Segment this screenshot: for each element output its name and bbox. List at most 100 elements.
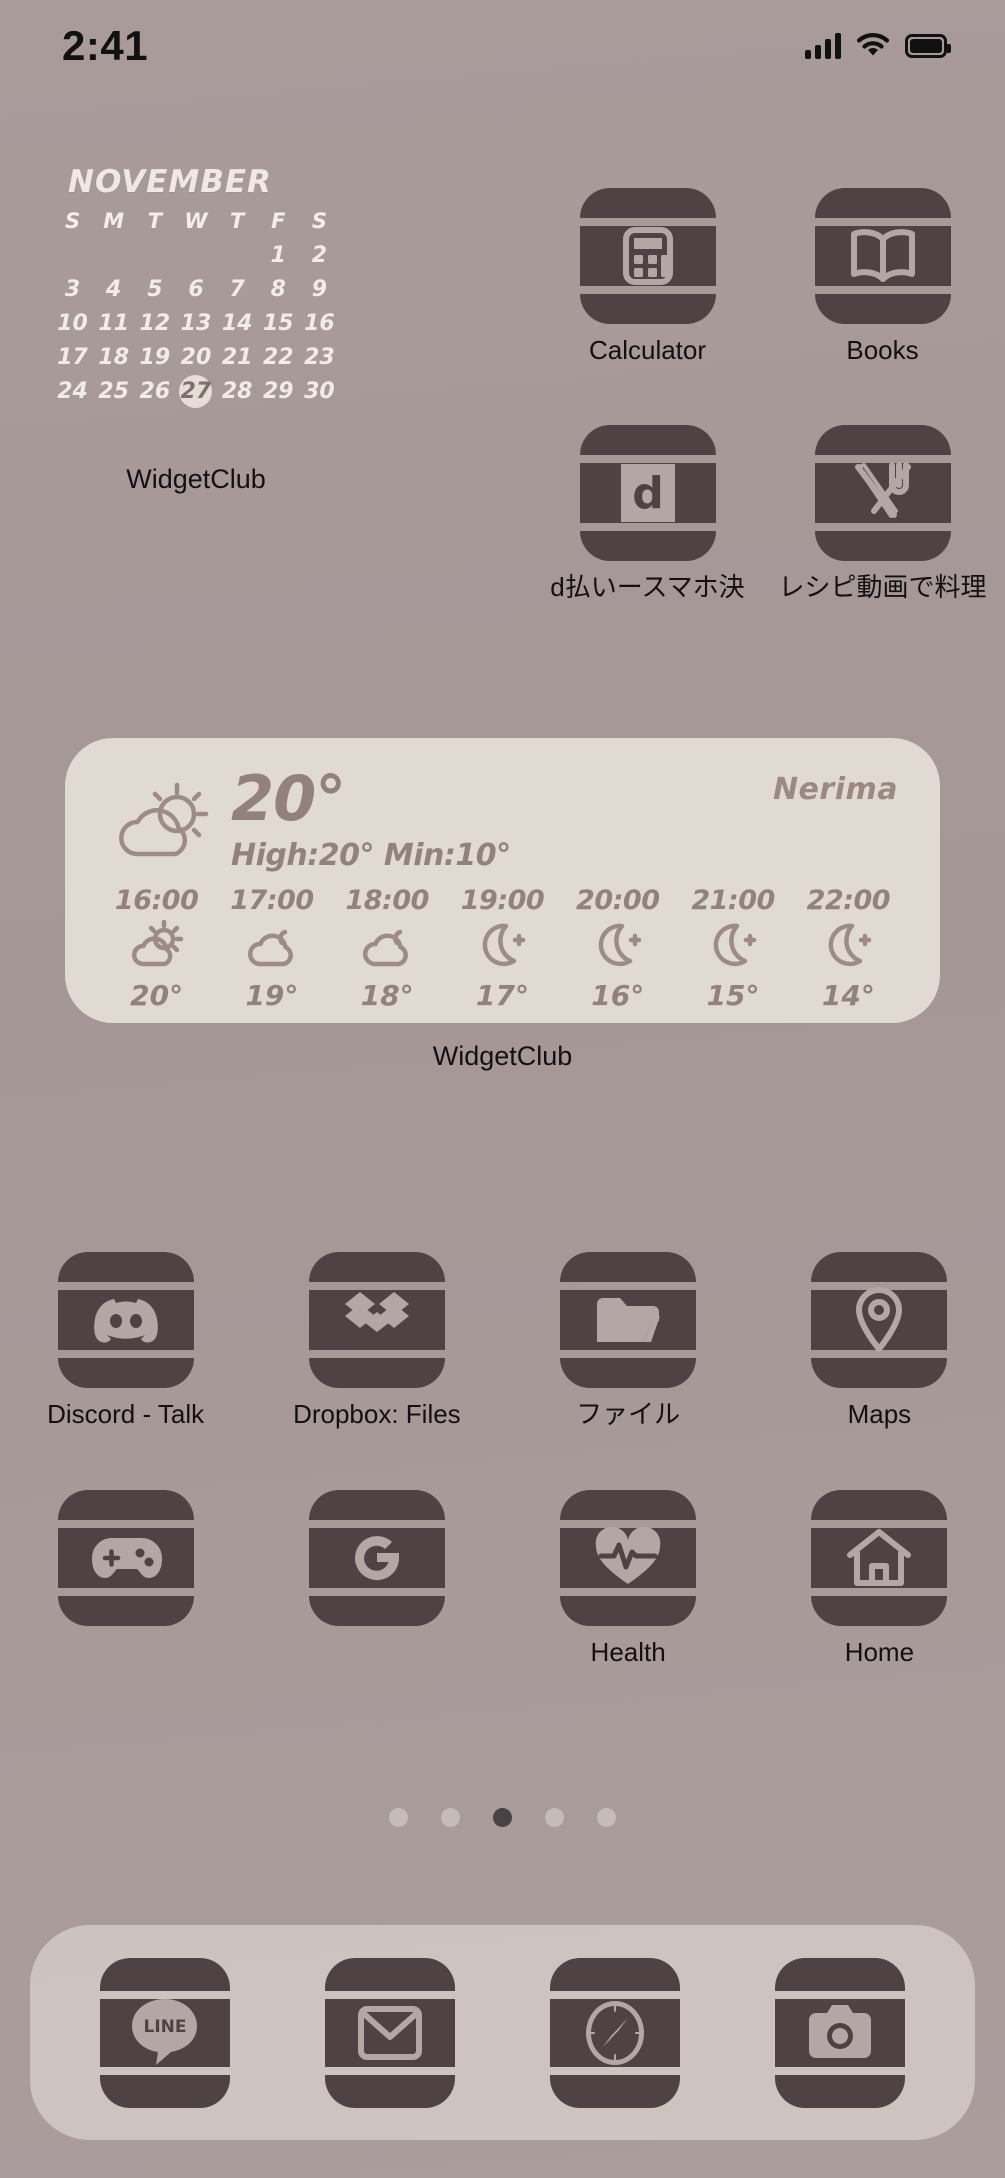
- dock-app-1[interactable]: [324, 1957, 455, 2108]
- house-icon[interactable]: [811, 1490, 948, 1626]
- books-icon[interactable]: [814, 188, 951, 324]
- moon-star-icon: [705, 920, 761, 975]
- weather-hour-time-0: 16:00: [114, 885, 199, 916]
- app-r4-1[interactable]: [297, 1490, 457, 1667]
- signal-bars-icon: [805, 33, 841, 59]
- app-top-1[interactable]: Books: [765, 188, 1000, 365]
- calendar-day: 7: [229, 277, 245, 302]
- calendar-weekday-6: S: [311, 209, 327, 233]
- recipe-icon[interactable]: [814, 424, 951, 561]
- calendar-day: 26: [139, 379, 171, 404]
- dock-app-0[interactable]: LINE: [99, 1957, 230, 2108]
- calendar-card[interactable]: NOVEMBER SMTWTFS.....1234567891011121314…: [46, 150, 346, 450]
- dpay-icon[interactable]: d: [579, 424, 716, 561]
- moon-star-icon: [820, 920, 876, 975]
- app-top-3[interactable]: レシピ動画で料理: [765, 424, 1000, 602]
- calendar-blank-cell: .: [217, 240, 258, 271]
- calendar-day: 11: [98, 311, 130, 336]
- calendar-day: 30: [304, 379, 335, 404]
- calendar-day: 1: [270, 243, 286, 268]
- weather-hour-temp-0: 20°: [130, 979, 184, 1012]
- calendar-day: 9: [311, 277, 328, 302]
- calendar-blank-cell: .: [93, 240, 134, 271]
- app-row-4: Health Home: [0, 1490, 1005, 1667]
- page-dot-3[interactable]: [545, 1808, 564, 1827]
- calendar-weekday-3: W: [184, 209, 208, 233]
- dock-app-2[interactable]: [550, 1957, 681, 2108]
- app-label-r3-0: Discord - Talk: [47, 1400, 205, 1429]
- top-app-grid: Calculator Books d d払いースマホ決 レシピ動画で料理: [530, 188, 1000, 601]
- app-r3-0[interactable]: Discord - Talk: [46, 1252, 206, 1429]
- battery-full-icon: [905, 34, 951, 58]
- weather-widget-label: WidgetClub: [432, 1041, 573, 1071]
- app-top-0[interactable]: Calculator: [530, 188, 765, 365]
- weather-card[interactable]: Nerima 20° High:20° Min:10° 16:00 20° 17:0…: [65, 738, 940, 1023]
- page-dot-4[interactable]: [597, 1808, 616, 1827]
- svg-text:d: d: [632, 468, 664, 519]
- page-dot-0[interactable]: [389, 1808, 408, 1827]
- calculator-icon[interactable]: [579, 188, 716, 324]
- dock-app-3[interactable]: [775, 1957, 906, 2108]
- mail-envelope-icon[interactable]: [324, 1957, 455, 2108]
- calendar-day: 25: [98, 379, 130, 404]
- calendar-widget-label: WidgetClub: [126, 464, 266, 494]
- calendar-weekday-2: T: [147, 209, 163, 233]
- calendar-day: 14: [221, 311, 253, 336]
- weather-hour-1: 17:00 19°: [214, 885, 329, 1012]
- calendar-grid: SMTWTFS.....1234567891011121314151617181…: [52, 206, 340, 408]
- page-dot-2[interactable]: [493, 1808, 512, 1827]
- discord-icon[interactable]: [57, 1252, 194, 1388]
- status-bar-time: 2:41: [62, 22, 149, 69]
- app-r3-1[interactable]: Dropbox: Files: [293, 1252, 461, 1429]
- weather-hour-5: 21:00 15°: [675, 885, 790, 1012]
- app-r4-0[interactable]: [46, 1490, 206, 1667]
- weather-widget[interactable]: Nerima 20° High:20° Min:10° 16:00 20° 17:0…: [65, 738, 940, 1072]
- calendar-weekday-4: T: [229, 209, 245, 233]
- files-icon[interactable]: [560, 1252, 697, 1388]
- app-row-3: Discord - Talk Dropbox: Files ファイル Maps: [0, 1252, 1005, 1429]
- calendar-day: 21: [221, 345, 253, 370]
- calendar-day: 22: [262, 345, 294, 370]
- app-r4-3[interactable]: Home: [799, 1490, 959, 1667]
- sun-cloud-icon: [111, 778, 221, 871]
- heart-pulse-icon[interactable]: [560, 1490, 697, 1626]
- cloud-icon: [244, 920, 300, 975]
- app-label-top-0: Calculator: [588, 336, 707, 365]
- calendar-day: 13: [180, 311, 212, 336]
- line-icon[interactable]: LINE: [99, 1957, 230, 2108]
- calendar-day: 2: [311, 243, 328, 268]
- calendar-day: 23: [304, 345, 335, 370]
- calendar-day: 10: [57, 311, 88, 336]
- calendar-widget[interactable]: NOVEMBER SMTWTFS.....1234567891011121314…: [46, 150, 346, 495]
- app-label-r4-3: Home: [844, 1638, 915, 1667]
- app-r3-2[interactable]: ファイル: [548, 1252, 708, 1429]
- app-r3-3[interactable]: Maps: [799, 1252, 959, 1429]
- weather-hour-temp-4: 16°: [591, 979, 645, 1012]
- app-r4-2[interactable]: Health: [548, 1490, 708, 1667]
- calendar-day: 19: [139, 345, 171, 370]
- calendar-day: 8: [270, 277, 286, 302]
- wifi-icon: [856, 31, 890, 62]
- safari-compass-icon[interactable]: [550, 1957, 681, 2108]
- page-dot-1[interactable]: [441, 1808, 460, 1827]
- weather-hour-4: 20:00 16°: [560, 885, 675, 1012]
- camera-icon[interactable]: [775, 1957, 906, 2108]
- maps-pin-icon[interactable]: [811, 1252, 948, 1388]
- weather-hour-time-3: 19:00: [460, 885, 545, 916]
- app-top-2[interactable]: d d払いースマホ決: [530, 424, 765, 602]
- weather-hour-temp-1: 19°: [245, 979, 299, 1012]
- weather-hour-time-4: 20:00: [576, 885, 660, 916]
- weather-hour-2: 18:00 18°: [330, 885, 445, 1012]
- moon-star-icon: [590, 920, 646, 975]
- page-indicator-dots[interactable]: [0, 1808, 1005, 1827]
- app-label-top-3: レシピ動画で料理: [778, 572, 987, 602]
- calendar-day: 24: [57, 379, 88, 404]
- calendar-weekday-0: S: [65, 209, 81, 233]
- google-g-icon[interactable]: [308, 1490, 445, 1626]
- game-controller-icon[interactable]: [57, 1490, 194, 1626]
- calendar-day: 29: [262, 379, 294, 404]
- calendar-blank-cell: .: [175, 240, 216, 271]
- dropbox-icon[interactable]: [308, 1252, 445, 1388]
- calendar-day: 4: [106, 277, 122, 302]
- weather-hour-6: 22:00 14°: [791, 885, 906, 1012]
